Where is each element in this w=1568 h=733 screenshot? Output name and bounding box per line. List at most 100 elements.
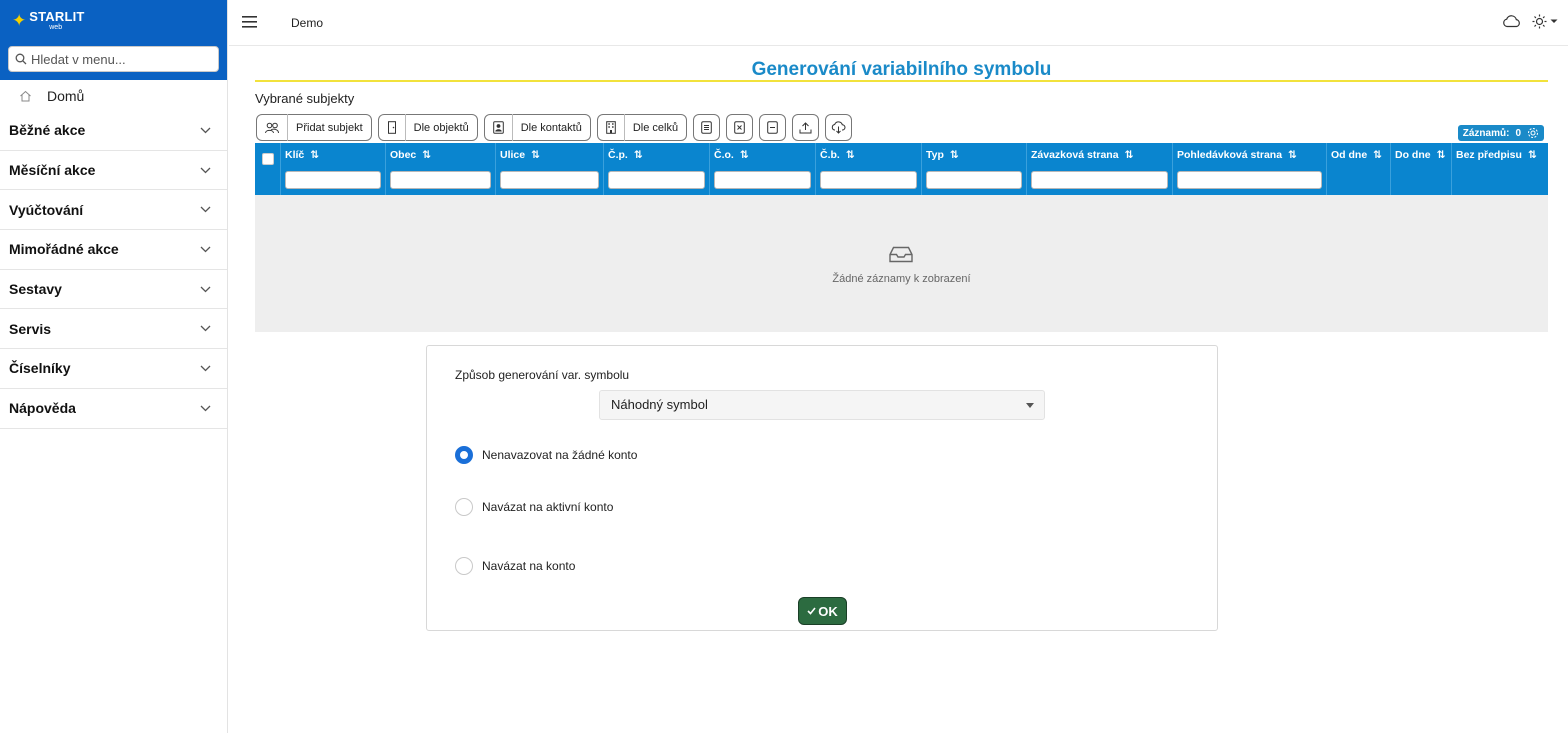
records-count-badge[interactable]: Záznamů: 0: [1457, 125, 1544, 141]
gear-icon: [1528, 128, 1538, 138]
select-all-checkbox[interactable]: [262, 153, 274, 165]
column-label: Od dne: [1331, 149, 1368, 161]
by-contacts-button[interactable]: Dle kontaktů: [483, 114, 591, 141]
top-bar: Demo: [229, 0, 1568, 46]
cloud-icon[interactable]: [1502, 14, 1521, 28]
sidebar-item-ciselniky[interactable]: Číselníky: [0, 349, 227, 389]
sort-icon: ⇅: [845, 149, 855, 161]
document-list-button[interactable]: [693, 114, 721, 141]
sidebar-item-mesicni-akce[interactable]: Měsíční akce: [0, 151, 227, 191]
chevron-down-icon: [200, 365, 211, 372]
grid-header: Klíč ⇅ Obec ⇅ Ulice ⇅ Č.p. ⇅ Č.o. ⇅ Č.b. ⇅: [255, 143, 1548, 195]
hamburger-menu-icon[interactable]: [242, 15, 257, 28]
option-label: Navázat na aktivní konto: [482, 500, 614, 514]
grid-toolbar: Přidat subjekt Dle objektů Dle kontaktů …: [256, 114, 853, 141]
column-do-dne[interactable]: Do dne ⇅: [1391, 143, 1452, 195]
add-subject-button[interactable]: Přidat subjekt: [256, 114, 372, 141]
column-cb[interactable]: Č.b. ⇅: [816, 143, 922, 195]
document-x-icon: [734, 121, 745, 134]
filter-input[interactable]: [500, 171, 599, 189]
upload-button[interactable]: [792, 114, 820, 141]
records-label: Záznamů:: [1462, 127, 1510, 139]
subjects-grid: Klíč ⇅ Obec ⇅ Ulice ⇅ Č.p. ⇅ Č.o. ⇅ Č.b. ⇅: [255, 143, 1548, 332]
option-active-account[interactable]: Navázat na aktivní konto: [455, 498, 613, 516]
filter-input[interactable]: [285, 171, 381, 189]
column-co[interactable]: Č.o. ⇅: [710, 143, 816, 195]
star-icon: ✦: [12, 10, 27, 30]
column-klic[interactable]: Klíč ⇅: [281, 143, 386, 195]
brand-logo[interactable]: ✦ STARLIT web: [0, 0, 227, 40]
theme-toggle[interactable]: [1532, 14, 1558, 29]
building-icon: [606, 121, 616, 134]
column-ulice[interactable]: Ulice ⇅: [496, 143, 604, 195]
cloud-download-button[interactable]: [825, 114, 853, 141]
column-label: Bez předpisu: [1456, 149, 1522, 161]
method-label: Způsob generování var. symbolu: [455, 368, 630, 382]
filter-input[interactable]: [608, 171, 705, 189]
column-typ[interactable]: Typ ⇅: [922, 143, 1027, 195]
filter-input[interactable]: [820, 171, 917, 189]
by-objects-button[interactable]: Dle objektů: [377, 114, 478, 141]
select-all-cell: [255, 143, 281, 195]
sidebar-item-label: Nápověda: [9, 400, 76, 417]
brand-name: STARLIT: [29, 8, 85, 24]
sidebar-nav: Běžné akce Měsíční akce Vyúčtování Mimoř…: [0, 111, 227, 429]
clear-button[interactable]: [759, 114, 787, 141]
contact-card-icon: [492, 121, 504, 134]
chevron-down-icon: [200, 325, 211, 332]
sort-icon: ⇅: [422, 149, 432, 161]
sort-icon: ⇅: [1527, 149, 1537, 161]
context-label: Demo: [291, 16, 324, 30]
sidebar: ✦ STARLIT web Domů Běžné akce Měsíční ak…: [0, 0, 228, 733]
chevron-down-icon: [200, 246, 211, 253]
sort-icon: ⇅: [1288, 149, 1297, 161]
method-select-value: Náhodný symbol: [611, 397, 708, 412]
sort-icon: ⇅: [310, 149, 320, 161]
column-label: Pohledávková strana: [1177, 149, 1283, 161]
option-no-account[interactable]: Nenavazovat na žádné konto: [455, 446, 637, 464]
column-label: Č.b.: [820, 149, 840, 161]
column-pohledavkova-strana[interactable]: Pohledávková strana ⇅: [1173, 143, 1327, 195]
search-icon: [15, 53, 27, 65]
radio-button[interactable]: [455, 498, 473, 516]
column-zavazkova-strana[interactable]: Závazková strana ⇅: [1027, 143, 1173, 195]
radio-button[interactable]: [455, 557, 473, 575]
upload-icon: [799, 121, 812, 133]
menu-search-wrap: [0, 40, 227, 80]
by-units-button[interactable]: Dle celků: [596, 114, 688, 141]
page-title: Generování variabilního symbolu: [255, 46, 1548, 82]
sort-icon: ⇅: [1436, 149, 1446, 161]
filter-input[interactable]: [1177, 171, 1322, 189]
menu-search-input[interactable]: [31, 47, 217, 71]
sidebar-item-servis[interactable]: Servis: [0, 309, 227, 350]
ok-button[interactable]: OK: [798, 597, 847, 625]
option-account[interactable]: Navázat na konto: [455, 557, 575, 575]
sidebar-item-mimoradne-akce[interactable]: Mimořádné akce: [0, 230, 227, 270]
sidebar-item-sestavy[interactable]: Sestavy: [0, 270, 227, 310]
radio-button[interactable]: [455, 446, 473, 464]
document-list-icon: [701, 121, 712, 134]
column-obec[interactable]: Obec ⇅: [386, 143, 496, 195]
caret-down-icon: [1550, 19, 1558, 23]
column-label: Klíč: [285, 149, 305, 161]
sidebar-item-napoveda[interactable]: Nápověda: [0, 389, 227, 429]
sidebar-item-bezne-akce[interactable]: Běžné akce: [0, 111, 227, 151]
remove-selected-button[interactable]: [726, 114, 754, 141]
by-objects-label: Dle objektů: [413, 121, 469, 134]
empty-state-text: Žádné záznamy k zobrazení: [832, 273, 971, 285]
sidebar-item-vyuctovani[interactable]: Vyúčtování: [0, 190, 227, 231]
method-select[interactable]: Náhodný symbol: [599, 390, 1045, 420]
home-icon: [20, 90, 31, 101]
sidebar-item-home[interactable]: Domů: [0, 80, 227, 111]
sidebar-item-label: Běžné akce: [9, 122, 86, 139]
column-od-dne[interactable]: Od dne ⇅: [1327, 143, 1391, 195]
filter-input[interactable]: [714, 171, 811, 189]
filter-input[interactable]: [926, 171, 1022, 189]
column-bez-predpisu[interactable]: Bez předpisu ⇅: [1452, 143, 1548, 195]
filter-input[interactable]: [1031, 171, 1168, 189]
filter-input[interactable]: [390, 171, 491, 189]
column-label: Závazková strana: [1031, 149, 1119, 161]
brand-sub: web: [49, 23, 63, 31]
column-cp[interactable]: Č.p. ⇅: [604, 143, 710, 195]
main-content: Generování variabilního symbolu Vybrané …: [255, 46, 1548, 332]
